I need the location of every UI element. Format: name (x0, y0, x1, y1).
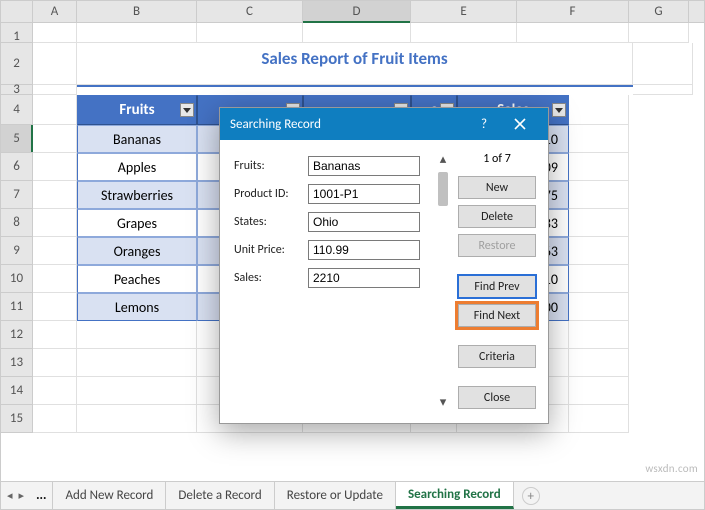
tab-overflow[interactable]: ... (30, 482, 53, 509)
help-icon[interactable]: ? (466, 108, 502, 140)
scrollbar-thumb[interactable] (438, 172, 448, 206)
col-D[interactable]: D (303, 1, 411, 22)
cell-fruit[interactable]: Bananas (77, 125, 197, 153)
cell-fruit[interactable]: Peaches (77, 265, 197, 293)
productid-label: Product ID: (234, 187, 300, 201)
cell-fruit[interactable]: Apples (77, 153, 197, 181)
filter-icon[interactable] (180, 103, 194, 117)
cell-fruit[interactable]: Strawberries (77, 181, 197, 209)
col-C[interactable]: C (197, 1, 303, 22)
unitprice-label: Unit Price: (234, 243, 300, 257)
close-icon[interactable] (502, 108, 538, 140)
sales-label: Sales: (234, 271, 300, 285)
delete-button[interactable]: Delete (458, 205, 536, 228)
title-underline (77, 85, 633, 87)
row-12[interactable]: 12 (1, 321, 33, 349)
cell-fruit[interactable]: Oranges (77, 237, 197, 265)
dialog-titlebar[interactable]: Searching Record ? (220, 108, 548, 140)
fruits-label: Fruits: (234, 159, 300, 173)
dialog-title: Searching Record (230, 117, 321, 132)
col-B[interactable]: B (77, 1, 197, 22)
find-prev-button[interactable]: Find Prev (458, 275, 536, 298)
cell-fruit[interactable]: Lemons (77, 293, 197, 321)
row-11[interactable]: 11 (1, 293, 33, 321)
row-2[interactable]: 2 (1, 43, 33, 85)
chevron-down-icon[interactable]: ▾ (436, 395, 450, 409)
page-title: Sales Report of Fruit Items (77, 43, 633, 85)
filter-icon[interactable] (552, 103, 566, 117)
record-scrollbar[interactable]: ▴ ▾ (436, 152, 450, 409)
row-1[interactable]: 1 (1, 23, 33, 43)
fruits-field[interactable] (308, 156, 420, 176)
row-8[interactable]: 8 (1, 209, 33, 237)
states-field[interactable] (308, 212, 420, 232)
select-all-corner[interactable] (1, 1, 33, 22)
column-headers: A B C D E F G (1, 1, 704, 23)
sheet-tabs: ◂▸ ... Add New Record Delete a Record Re… (1, 481, 704, 509)
row-5[interactable]: 5 (1, 125, 33, 153)
row-3[interactable]: 3 (1, 85, 33, 95)
col-G[interactable]: G (629, 1, 689, 22)
cell-fruit[interactable]: Grapes (77, 209, 197, 237)
unitprice-field[interactable] (308, 240, 420, 260)
row-13[interactable]: 13 (1, 349, 33, 377)
criteria-button[interactable]: Criteria (458, 345, 536, 368)
tab-restore-or-update[interactable]: Restore or Update (275, 482, 396, 509)
row-7[interactable]: 7 (1, 181, 33, 209)
states-label: States: (234, 215, 300, 229)
searching-record-dialog: Searching Record ? Fruits: Product ID: S… (219, 107, 549, 424)
tab-searching-record[interactable]: Searching Record (396, 482, 514, 509)
tab-delete-a-record[interactable]: Delete a Record (166, 482, 274, 509)
col-E[interactable]: E (411, 1, 517, 22)
col-F[interactable]: F (517, 1, 629, 22)
find-next-button[interactable]: Find Next (458, 304, 536, 327)
row-10[interactable]: 10 (1, 265, 33, 293)
tab-nav[interactable]: ◂▸ (1, 482, 30, 509)
form-fields: Fruits: Product ID: States: Unit Price: … (234, 152, 428, 409)
row-14[interactable]: 14 (1, 377, 33, 405)
row-15[interactable]: 15 (1, 405, 33, 433)
row-9[interactable]: 9 (1, 237, 33, 265)
new-button[interactable]: New (458, 176, 536, 199)
col-A[interactable]: A (33, 1, 77, 22)
restore-button[interactable]: Restore (458, 234, 536, 257)
add-sheet-icon[interactable]: + (522, 487, 540, 505)
watermark: wsxdn.com (645, 462, 698, 475)
record-counter: 1 of 7 (483, 152, 511, 170)
row-6[interactable]: 6 (1, 153, 33, 181)
tab-add-new-record[interactable]: Add New Record (53, 482, 166, 509)
row-4[interactable]: 4 (1, 95, 33, 125)
close-button[interactable]: Close (458, 386, 536, 409)
header-fruits[interactable]: Fruits (77, 95, 197, 125)
chevron-up-icon[interactable]: ▴ (436, 152, 450, 166)
productid-field[interactable] (308, 184, 420, 204)
sales-field[interactable] (308, 268, 420, 288)
